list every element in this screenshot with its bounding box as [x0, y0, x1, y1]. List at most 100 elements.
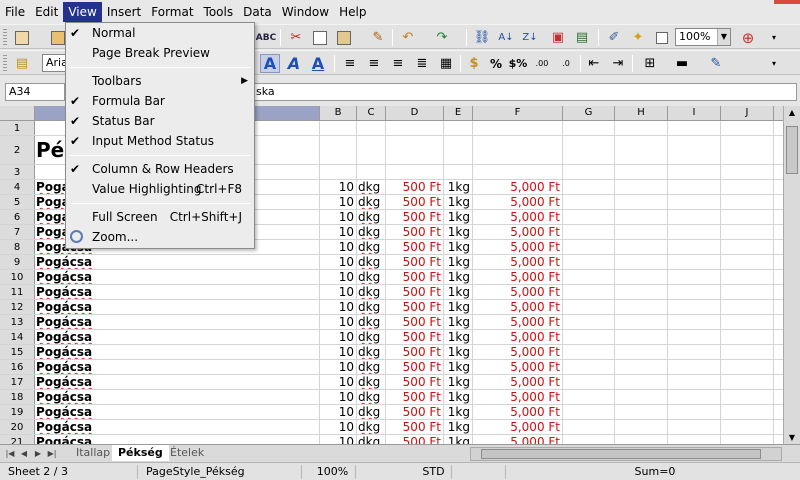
cell-product[interactable]: Pogácsa — [35, 405, 320, 419]
cell-per[interactable]: 1kg — [444, 240, 473, 254]
cell-price[interactable]: 500 Ft — [386, 240, 444, 254]
cell-unit[interactable]: dkg — [357, 420, 386, 434]
cell[interactable] — [615, 180, 668, 194]
bold-a-icon[interactable]: A — [260, 54, 280, 73]
gallery-icon[interactable] — [652, 28, 672, 47]
background-color-icon[interactable]: ▬ — [672, 54, 692, 73]
show-draw-functions-icon[interactable]: ✐ — [604, 28, 624, 47]
cell[interactable] — [357, 165, 386, 179]
cell[interactable] — [668, 345, 721, 359]
menu-item-column-row-headers[interactable]: ✔ Column & Row Headers — [66, 159, 254, 179]
cell[interactable] — [615, 225, 668, 239]
cell[interactable] — [563, 360, 615, 374]
prev-sheet-icon[interactable]: ◀ — [18, 447, 30, 460]
column-header-f[interactable]: F — [473, 106, 563, 121]
cell-total[interactable]: 5,000 Ft — [473, 270, 563, 284]
row-header[interactable]: 8 — [0, 240, 35, 254]
scroll-thumb[interactable] — [786, 126, 798, 174]
cell-quantity[interactable]: 10 — [320, 210, 357, 224]
cell[interactable] — [668, 210, 721, 224]
cell-quantity[interactable]: 10 — [320, 360, 357, 374]
cell[interactable] — [615, 345, 668, 359]
cell-per[interactable]: 1kg — [444, 315, 473, 329]
cell-unit[interactable]: dkg — [357, 360, 386, 374]
cell-price[interactable]: 500 Ft — [386, 435, 444, 444]
cell-total[interactable]: 5,000 Ft — [473, 330, 563, 344]
cell-per[interactable]: 1kg — [444, 225, 473, 239]
currency-icon[interactable]: $ — [464, 54, 484, 73]
cell[interactable] — [774, 435, 783, 444]
row-header[interactable]: 6 — [0, 210, 35, 224]
cell[interactable] — [386, 165, 444, 179]
cell[interactable] — [563, 121, 615, 135]
cell-price[interactable]: 500 Ft — [386, 210, 444, 224]
cell-unit[interactable]: dkg — [357, 240, 386, 254]
cell-price[interactable]: 500 Ft — [386, 300, 444, 314]
row-header[interactable]: 20 — [0, 420, 35, 434]
cell-total[interactable]: 5,000 Ft — [473, 225, 563, 239]
row-header[interactable]: 15 — [0, 345, 35, 359]
new-document-icon[interactable] — [12, 28, 32, 47]
percent-icon[interactable]: % — [486, 54, 506, 73]
cell[interactable] — [563, 255, 615, 269]
cell[interactable] — [563, 270, 615, 284]
cell-per[interactable]: 1kg — [444, 270, 473, 284]
toolbar-grip[interactable] — [3, 29, 7, 46]
status-page-style[interactable]: PageStyle_Pékség — [142, 465, 302, 479]
cell[interactable] — [444, 121, 473, 135]
cell-unit[interactable]: dkg — [357, 435, 386, 444]
scroll-down-icon[interactable]: ▼ — [784, 431, 800, 444]
cell[interactable] — [668, 405, 721, 419]
cell-per[interactable]: 1kg — [444, 360, 473, 374]
menu-edit[interactable]: Edit — [30, 2, 63, 22]
cell-product[interactable]: Pogácsa — [35, 390, 320, 404]
cell-price[interactable]: 500 Ft — [386, 285, 444, 299]
select-all-corner[interactable] — [0, 106, 35, 121]
status-zoom[interactable]: 100% — [306, 465, 356, 479]
row-header[interactable]: 1 — [0, 121, 35, 135]
navigator-icon[interactable]: ✦ — [628, 28, 648, 47]
align-right-icon[interactable]: ≡ — [388, 54, 408, 73]
cell[interactable] — [357, 121, 386, 135]
cell[interactable] — [774, 165, 783, 179]
formula-input[interactable]: ska — [252, 83, 797, 101]
cell[interactable] — [721, 285, 774, 299]
cell[interactable] — [444, 136, 473, 164]
cell[interactable] — [721, 420, 774, 434]
cell[interactable] — [774, 405, 783, 419]
italic-a-icon[interactable]: A — [284, 54, 304, 73]
row-header[interactable]: 18 — [0, 390, 35, 404]
cell[interactable] — [563, 315, 615, 329]
cell[interactable] — [473, 165, 563, 179]
row-header[interactable]: 5 — [0, 195, 35, 209]
cell[interactable] — [721, 330, 774, 344]
cell[interactable] — [615, 255, 668, 269]
cell-per[interactable]: 1kg — [444, 390, 473, 404]
cell-price[interactable]: 500 Ft — [386, 345, 444, 359]
row-header[interactable]: 2 — [0, 136, 35, 164]
cell[interactable] — [615, 285, 668, 299]
cell[interactable] — [668, 390, 721, 404]
cell[interactable] — [563, 435, 615, 444]
merge-cells-icon[interactable]: ▦ — [436, 54, 456, 73]
cell[interactable] — [615, 330, 668, 344]
borders-icon[interactable]: ⊞ — [640, 54, 660, 73]
menu-file[interactable]: File — [0, 2, 30, 22]
cell[interactable] — [721, 405, 774, 419]
cell[interactable] — [721, 165, 774, 179]
cell[interactable] — [357, 136, 386, 164]
cell-total[interactable]: 5,000 Ft — [473, 345, 563, 359]
cell-per[interactable]: 1kg — [444, 255, 473, 269]
cell-price[interactable]: 500 Ft — [386, 255, 444, 269]
cell-quantity[interactable]: 10 — [320, 375, 357, 389]
cell[interactable] — [320, 121, 357, 135]
cell-quantity[interactable]: 10 — [320, 180, 357, 194]
cell-price[interactable]: 500 Ft — [386, 315, 444, 329]
cell[interactable] — [774, 345, 783, 359]
cell-product[interactable]: Pogácsa — [35, 300, 320, 314]
cell[interactable] — [320, 165, 357, 179]
cell-quantity[interactable]: 10 — [320, 195, 357, 209]
cell-unit[interactable]: dkg — [357, 210, 386, 224]
cell[interactable] — [473, 136, 563, 164]
cell[interactable] — [774, 285, 783, 299]
